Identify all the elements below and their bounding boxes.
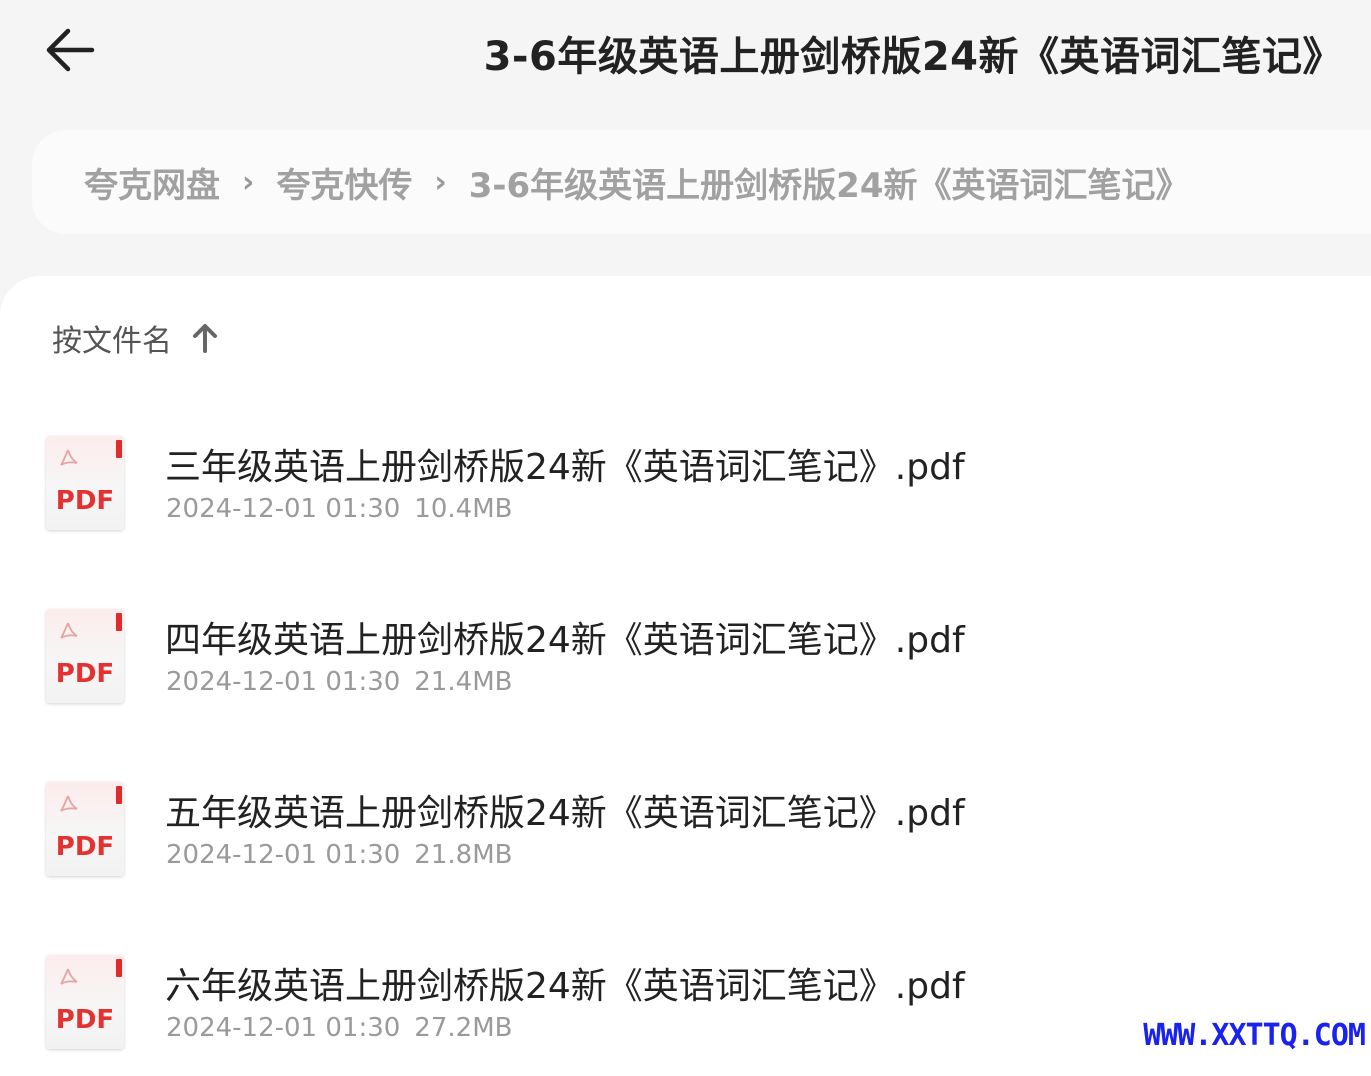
- file-row[interactable]: PDF 三年级英语上册剑桥版24新《英语词汇笔记》.pdf 2024-12-01…: [0, 436, 1371, 556]
- pdf-file-icon: PDF: [46, 609, 124, 703]
- file-list-panel: 按文件名 PDF 三年级英语上册剑桥版24新《英语词汇笔记》.pdf 2024-…: [0, 276, 1371, 1076]
- file-name: 四年级英语上册剑桥版24新《英语词汇笔记》.pdf: [165, 620, 965, 661]
- watermark: WWW.XXTTQ.COM: [1143, 1018, 1366, 1053]
- file-meta: 2024-12-01 01:30 27.2MB: [166, 1013, 512, 1043]
- file-name: 五年级英语上册剑桥版24新《英语词汇笔记》.pdf: [165, 793, 965, 834]
- breadcrumb-item-quark-transfer[interactable]: 夸克快传: [276, 158, 412, 207]
- file-row[interactable]: PDF 六年级英语上册剑桥版24新《英语词汇笔记》.pdf 2024-12-01…: [0, 955, 1371, 1075]
- file-date: 2024-12-01 01:30: [166, 494, 401, 524]
- page-title: 3-6年级英语上册剑桥版24新《英语词汇笔记》: [483, 34, 1343, 80]
- file-name: 六年级英语上册剑桥版24新《英语词汇笔记》.pdf: [165, 966, 965, 1007]
- file-row[interactable]: PDF 四年级英语上册剑桥版24新《英语词汇笔记》.pdf 2024-12-01…: [0, 609, 1371, 729]
- file-meta: 2024-12-01 01:30 21.4MB: [166, 667, 512, 697]
- back-arrow-icon[interactable]: [44, 26, 96, 74]
- file-meta: 2024-12-01 01:30 10.4MB: [166, 494, 512, 524]
- file-date: 2024-12-01 01:30: [166, 840, 401, 870]
- breadcrumb: 夸克网盘 › 夸克快传 › 3-6年级英语上册剑桥版24新《英语词汇笔记》: [32, 130, 1371, 234]
- top-bar: 3-6年级英语上册剑桥版24新《英语词汇笔记》: [0, 0, 1371, 110]
- pdf-file-icon: PDF: [46, 436, 124, 530]
- sort-label: 按文件名: [52, 324, 172, 359]
- file-size: 21.4MB: [414, 667, 513, 697]
- breadcrumb-item-quark-drive[interactable]: 夸克网盘: [84, 158, 220, 207]
- pdf-file-icon: PDF: [46, 782, 124, 876]
- file-meta: 2024-12-01 01:30 21.8MB: [166, 840, 512, 870]
- file-name: 三年级英语上册剑桥版24新《英语词汇笔记》.pdf: [165, 447, 965, 488]
- file-size: 27.2MB: [414, 1013, 513, 1043]
- sort-by-name-button[interactable]: 按文件名: [52, 316, 218, 360]
- file-date: 2024-12-01 01:30: [166, 667, 401, 697]
- breadcrumb-item-current-folder: 3-6年级英语上册剑桥版24新《英语词汇笔记》: [468, 165, 1190, 206]
- file-size: 10.4MB: [414, 494, 513, 524]
- file-row[interactable]: PDF 五年级英语上册剑桥版24新《英语词汇笔记》.pdf 2024-12-01…: [0, 782, 1371, 902]
- pdf-file-icon: PDF: [46, 955, 124, 1049]
- arrow-up-icon: [193, 324, 217, 353]
- file-date: 2024-12-01 01:30: [166, 1013, 401, 1043]
- breadcrumb-separator-icon: ›: [434, 164, 447, 200]
- file-size: 21.8MB: [414, 840, 513, 870]
- breadcrumb-separator-icon: ›: [242, 164, 255, 200]
